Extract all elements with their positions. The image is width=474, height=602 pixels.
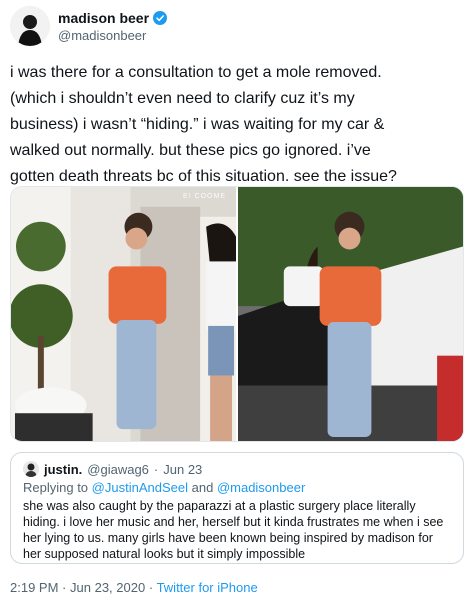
quoted-text-line: she was also caught by the paparazzi at … — [23, 499, 416, 513]
quoted-text-line: hiding. i love her music and her, hersel… — [23, 515, 444, 529]
footer-separator: · — [148, 580, 154, 595]
author-name-text: madison beer — [58, 10, 150, 26]
replying-to: Replying to @JustinAndSeel and @madisonb… — [23, 480, 451, 495]
author-name[interactable]: madison beer — [58, 10, 168, 26]
quoted-tweet[interactable]: justin. @giawag6 · Jun 23 Replying to @J… — [10, 452, 464, 564]
tweet-header: madison beer @madisonbeer — [10, 6, 464, 48]
tweet-text: i was there for a consultation to get a … — [10, 60, 468, 190]
quoted-tweet-header: justin. @giawag6 · Jun 23 — [23, 461, 451, 477]
quoted-separator: · — [153, 461, 159, 477]
author-handle[interactable]: @madisonbeer — [58, 28, 146, 43]
tweet-text-line: business) i wasn’t “hiding.” i was waiti… — [10, 116, 385, 133]
mention-link[interactable]: @madisonbeer — [217, 480, 305, 495]
tweet-text-line: i was there for a consultation to get a … — [10, 64, 382, 81]
tweet-date[interactable]: Jun 23, 2020 — [70, 580, 145, 595]
tweet-media: E! COOME — [10, 186, 464, 442]
photo-left[interactable]: E! COOME — [11, 187, 236, 441]
author-avatar[interactable] — [10, 6, 50, 46]
quoted-date[interactable]: Jun 23 — [163, 462, 202, 477]
tweet-source-link[interactable]: Twitter for iPhone — [157, 580, 258, 595]
quoted-text-line: her lying to us. many girls have been kn… — [23, 531, 433, 545]
quoted-text-line: her supposed natural looks but it simply… — [23, 547, 306, 561]
quoted-author-name[interactable]: justin. — [44, 462, 82, 477]
photo-right[interactable] — [238, 187, 463, 441]
mention-link[interactable]: @JustinAndSeel — [92, 480, 188, 495]
quoted-author-avatar[interactable] — [23, 461, 39, 477]
quoted-tweet-text: she was also caught by the paparazzi at … — [23, 498, 451, 562]
tweet-time[interactable]: 2:19 PM — [10, 580, 58, 595]
tweet-text-line: walked out normally. but these pics go i… — [10, 142, 371, 159]
replying-and: and — [191, 480, 214, 495]
footer-separator: · — [62, 580, 67, 595]
photo-watermark: E! COOME — [182, 193, 226, 200]
verified-badge-icon — [153, 11, 168, 25]
quoted-author-handle[interactable]: @giawag6 — [87, 462, 149, 477]
replying-prefix: Replying to — [23, 480, 89, 495]
tweet-footer: 2:19 PM · Jun 23, 2020 · Twitter for iPh… — [10, 580, 258, 595]
tweet-text-line: (which i shouldn’t even need to clarify … — [10, 90, 355, 107]
